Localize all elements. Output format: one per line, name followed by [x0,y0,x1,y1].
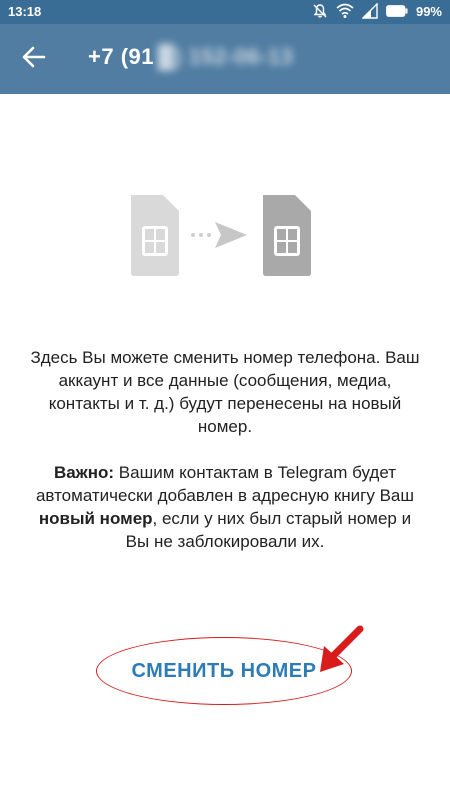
change-number-button[interactable]: СМЕНИТЬ НОМЕР [96,637,352,705]
important-bold-text: новый номер [38,509,153,528]
page-title: +7 (91 █) 152-06-13 [88,44,293,70]
change-number-description: Здесь Вы можете сменить номер телефона. … [30,346,420,553]
phone-number-obscured: █) 152-06-13 [158,44,294,69]
status-icons: 99% [312,3,442,19]
status-bar: 13:18 99% [0,0,450,24]
app-bar: +7 (91 █) 152-06-13 [0,24,450,94]
status-time: 13:18 [8,4,42,19]
battery-percent: 99% [415,3,442,19]
important-text-2: , если у них был старый номер и Вы не за… [125,509,412,551]
signal-icon [361,3,378,19]
wifi-icon [336,3,354,19]
sim-card-new-icon [263,195,311,276]
change-number-button-area: СМЕНИТЬ НОМЕР [96,637,354,707]
bell-muted-icon [312,3,328,19]
send-arrow-icon [215,222,247,248]
phone-number-visible: +7 (91 [88,44,154,69]
sim-card-old-icon [131,195,179,276]
battery-icon [386,5,408,17]
important-note: Важно: Вашим контактам в Telegram будет … [30,461,420,553]
important-label: Важно: [53,463,115,482]
back-button[interactable] [14,43,54,75]
annotation-arrow-icon [320,625,364,672]
change-number-illustration [125,190,325,280]
arrow-left-icon [22,46,46,73]
dots-icon [191,233,211,237]
description-paragraph: Здесь Вы можете сменить номер телефона. … [30,348,420,436]
